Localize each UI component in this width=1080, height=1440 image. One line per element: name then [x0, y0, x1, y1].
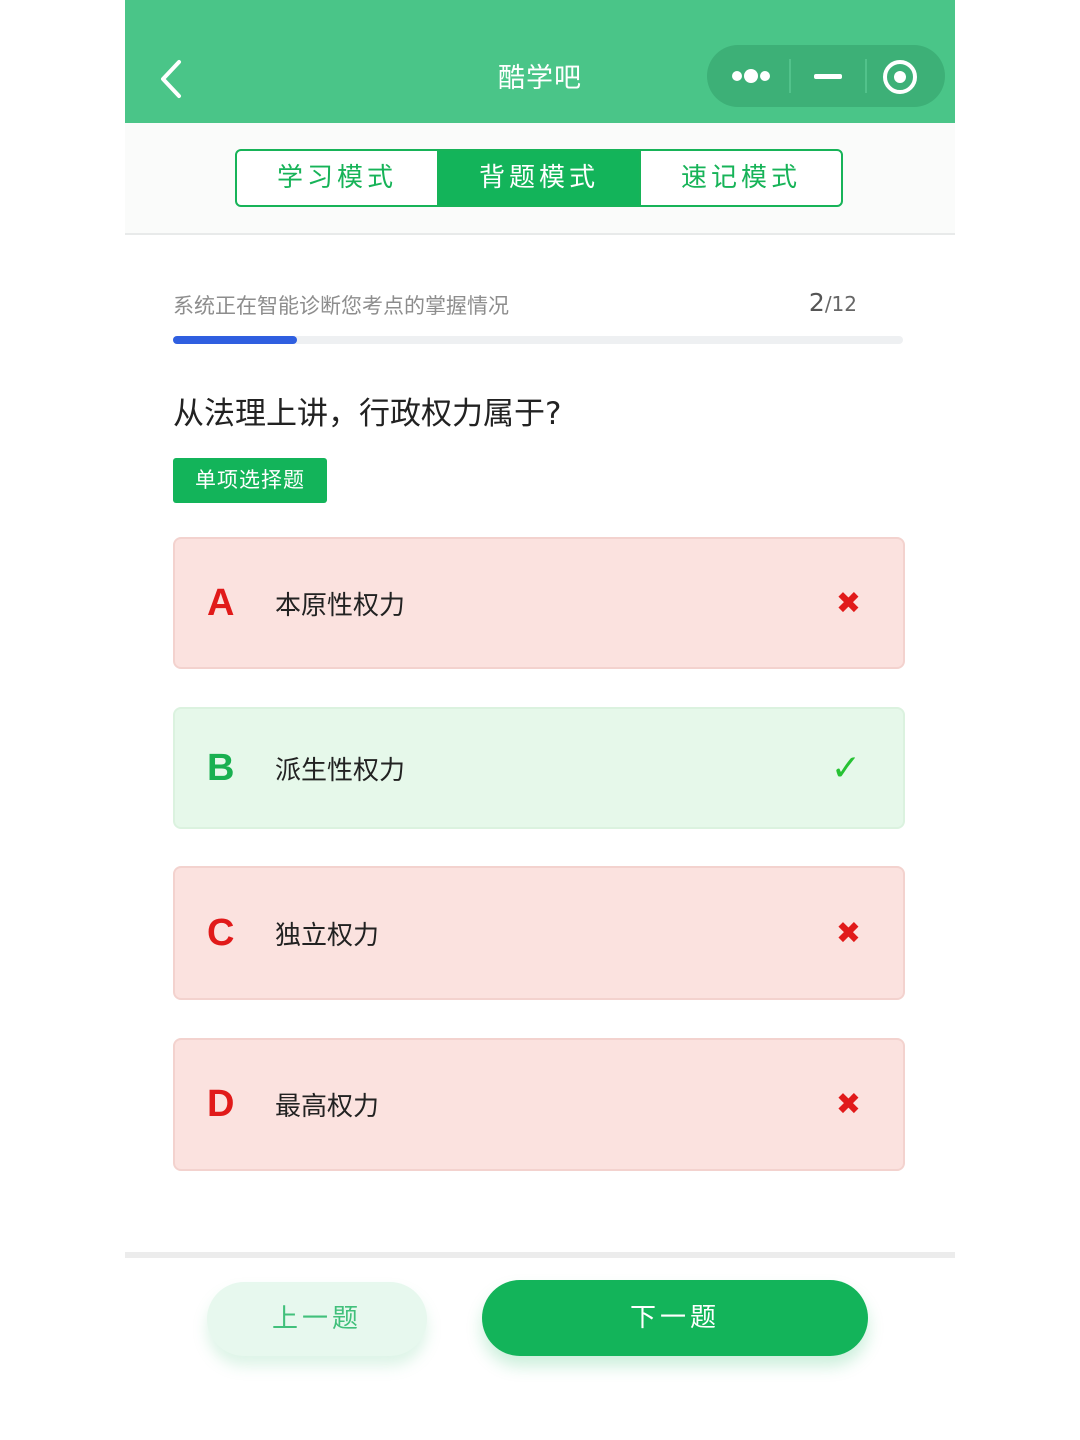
option-text: 派生性权力 — [275, 755, 406, 786]
option-letter: C — [207, 911, 235, 954]
question-text: 从法理上讲，行政权力属于? — [173, 396, 562, 432]
option-c[interactable]: C 独立权力 ✖ — [173, 866, 905, 1000]
current-question-number: 2 — [808, 288, 825, 317]
top-bar: 酷学吧 — [125, 0, 955, 123]
question-counter: 2/12 — [785, 288, 857, 317]
diagnosis-text: 系统正在智能诊断您考点的掌握情况 — [173, 294, 509, 318]
close-button[interactable] — [881, 58, 919, 96]
mode-tabs-area: 学习模式 背题模式 速记模式 — [125, 123, 955, 235]
total-questions: /12 — [824, 292, 857, 316]
more-dots-icon — [732, 69, 770, 83]
capsule-divider — [865, 59, 867, 93]
progress-fill — [173, 336, 298, 344]
option-text: 独立权力 — [275, 920, 380, 951]
mode-tabs: 学习模式 背题模式 速记模式 — [235, 149, 843, 207]
close-target-icon — [883, 60, 917, 94]
wrong-cross-icon: ✖ — [835, 1087, 861, 1122]
wrong-cross-icon: ✖ — [835, 915, 861, 951]
minimize-icon — [814, 74, 842, 79]
mini-program-capsule — [707, 45, 945, 107]
option-text: 本原性权力 — [275, 590, 406, 621]
capsule-divider — [789, 59, 791, 93]
option-letter: B — [207, 746, 235, 789]
next-question-button[interactable]: 下一题 — [482, 1280, 868, 1356]
tab-study-mode[interactable]: 学习模式 — [237, 151, 437, 205]
minimize-button[interactable] — [811, 63, 845, 89]
correct-check-icon: ✓ — [830, 747, 861, 789]
option-b[interactable]: B 派生性权力 ✓ — [173, 707, 905, 829]
tab-quick-memory-mode[interactable]: 速记模式 — [639, 151, 841, 205]
option-text: 最高权力 — [275, 1092, 380, 1122]
option-d[interactable]: D 最高权力 ✖ — [173, 1038, 905, 1171]
tab-recite-mode[interactable]: 背题模式 — [437, 151, 639, 205]
previous-question-button[interactable]: 上一题 — [207, 1282, 427, 1356]
option-a[interactable]: A 本原性权力 ✖ — [173, 537, 905, 669]
question-type-badge: 单项选择题 — [173, 458, 327, 503]
wrong-cross-icon: ✖ — [835, 585, 861, 621]
phone-screen: 酷学吧 学习模式 背题模式 速记模式 系统正在智能诊断您考点的掌握情况 2/12… — [125, 0, 955, 1440]
progress-bar — [173, 336, 903, 344]
option-letter: D — [207, 1083, 235, 1125]
bottom-divider — [125, 1252, 955, 1258]
option-letter: A — [207, 581, 235, 624]
more-button[interactable] — [729, 63, 779, 89]
